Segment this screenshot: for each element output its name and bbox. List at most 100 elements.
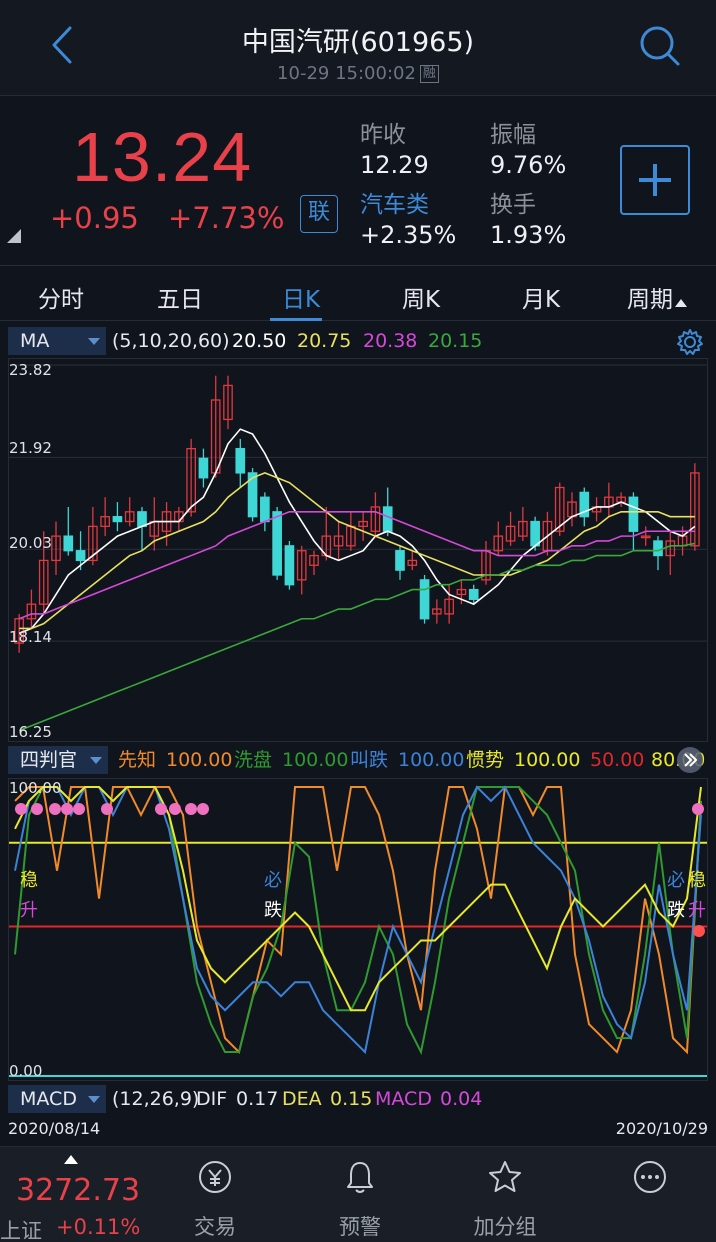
- candle-body: [468, 588, 479, 600]
- nav-trade[interactable]: 交易: [160, 1147, 270, 1242]
- signal-die-left: 跌: [264, 900, 282, 921]
- tab-weekly-k[interactable]: 周K: [376, 280, 466, 314]
- nav-watchlist-label: 加分组: [473, 1215, 537, 1239]
- xianzhi-value: 100.00: [166, 749, 233, 771]
- bottom-nav: 3272.73 上证 +0.11% 交易 预警 加分组: [0, 1146, 716, 1242]
- guanshi-label: 惯势: [466, 749, 505, 771]
- sub-indicator-legend: 四判官 先知 100.00 洗盘 100.00 叫跌 100.00 惯势 100…: [8, 746, 708, 774]
- add-watchlist-button[interactable]: [620, 145, 690, 215]
- quote-panel: 13.24 +0.95 +7.73% 联 昨收 12.29 振幅 9.76% 汽…: [0, 97, 716, 265]
- red-level-value: 50.00: [590, 749, 645, 771]
- jiaodie-label: 叫跌: [350, 749, 389, 771]
- indicator-line: [14, 786, 702, 1056]
- signal-gem-icon: [61, 803, 73, 815]
- more-icon: [634, 1161, 666, 1193]
- kline-svg: [9, 364, 707, 732]
- nav-more[interactable]: [595, 1147, 705, 1242]
- quote-timestamp: 10-29 15:00:02 融: [0, 63, 716, 84]
- settings-gear-icon[interactable]: [676, 328, 704, 356]
- index-name: 上证: [0, 1219, 42, 1242]
- price-axis-label: 21.92: [9, 439, 52, 457]
- signal-gem-icon: [169, 803, 181, 815]
- nav-alert-label: 预警: [339, 1215, 381, 1239]
- candle-body: [260, 496, 270, 523]
- signal-gem-icon: [101, 803, 113, 815]
- signal-gem-icon: [49, 803, 61, 815]
- macd-value: 0.04: [440, 1088, 483, 1110]
- prev-close-label: 昨收: [360, 122, 406, 148]
- price-axis-label: 23.82: [9, 361, 52, 379]
- macd-selector[interactable]: MACD: [8, 1085, 106, 1113]
- candle-body: [198, 457, 209, 479]
- price-axis-label: 18.14: [9, 628, 52, 646]
- dif-label: DIF: [196, 1088, 228, 1110]
- indicator-line: [14, 785, 702, 1055]
- margin-badge: 融: [419, 65, 439, 83]
- macd-label: MACD: [375, 1088, 432, 1110]
- expand-corner-icon[interactable]: [7, 229, 21, 243]
- index-ticker[interactable]: 3272.73 上证 +0.11%: [0, 1147, 150, 1242]
- indicator-line: [14, 786, 702, 1055]
- end-date: 2020/10/29: [615, 1119, 708, 1138]
- jiaodie-value: 100.00: [398, 749, 465, 771]
- period-dropdown-icon: [675, 299, 687, 307]
- signal-gem-icon: [197, 803, 209, 815]
- tab-intraday[interactable]: 分时: [16, 280, 106, 314]
- candle-body: [235, 447, 246, 474]
- ma-line-ma10: [19, 472, 695, 630]
- candle-body: [284, 545, 295, 586]
- index-value: 3272.73: [16, 1173, 141, 1208]
- price-change-pct: +7.73%: [168, 201, 285, 235]
- dropdown-icon: [90, 757, 102, 764]
- ma60-value: 20.15: [428, 330, 483, 352]
- candle-body: [653, 540, 663, 557]
- ma-line-ma60: [18, 542, 696, 732]
- price-change: +0.95: [50, 201, 139, 235]
- dea-value: 0.15: [330, 1088, 373, 1110]
- sector-change: +2.35%: [360, 221, 457, 249]
- nav-watchlist[interactable]: 加分组: [450, 1147, 560, 1242]
- dif-value: 0.17: [236, 1088, 279, 1110]
- price-axis-label: 16.25: [9, 723, 52, 741]
- guanshi-value: 100.00: [514, 749, 581, 771]
- signal-gem-icon: [31, 803, 43, 815]
- candle-body: [395, 550, 405, 571]
- signal-wen-left: 稳: [20, 870, 38, 891]
- signal-die-right: 跌: [667, 900, 685, 921]
- related-button[interactable]: 联: [300, 195, 338, 233]
- sector-link[interactable]: 汽车类: [360, 185, 429, 219]
- candle-body: [137, 511, 147, 528]
- sub-indicator-chart[interactable]: [8, 778, 708, 1081]
- candle-body: [63, 535, 74, 552]
- top-bar: 中国汽研(601965) 10-29 15:00:02 融: [0, 0, 716, 96]
- up-arrow-icon: [64, 1155, 78, 1164]
- nav-alert[interactable]: 预警: [305, 1147, 415, 1242]
- amplitude-value: 9.76%: [490, 151, 567, 179]
- indicator-switch-icon[interactable]: [676, 746, 704, 774]
- candle-body: [382, 506, 393, 532]
- sub-indicator-selector[interactable]: 四判官: [8, 746, 108, 774]
- signal-sheng-left: 升: [20, 900, 38, 921]
- tab-period[interactable]: 周期: [612, 280, 702, 314]
- candle-body: [75, 550, 86, 562]
- tab-period-label: 周期: [627, 287, 673, 313]
- ma-selector[interactable]: MA: [8, 327, 106, 355]
- ma5-value: 20.50: [232, 330, 287, 352]
- timestamp-text: 10-29 15:00:02: [277, 63, 416, 84]
- dea-label: DEA: [282, 1088, 322, 1110]
- macd-legend: MACD (12,26,9) DIF 0.17 DEA 0.15 MACD 0.…: [8, 1085, 708, 1113]
- xipan-value: 100.00: [282, 749, 349, 771]
- kline-chart[interactable]: [8, 358, 708, 742]
- macd-selector-label: MACD: [20, 1088, 77, 1110]
- candle-body: [112, 516, 123, 523]
- nav-trade-label: 交易: [194, 1215, 236, 1239]
- xianzhi-label: 先知: [118, 749, 157, 771]
- signal-bi-left: 必: [264, 870, 282, 891]
- signal-gem-icon: [73, 803, 85, 815]
- amplitude-label: 振幅: [490, 122, 536, 148]
- tab-daily-k[interactable]: 日K: [256, 280, 346, 314]
- tab-five-day[interactable]: 五日: [135, 280, 225, 314]
- ma-selector-label: MA: [20, 330, 50, 352]
- tab-monthly-k[interactable]: 月K: [496, 280, 586, 314]
- search-icon[interactable]: [636, 22, 682, 68]
